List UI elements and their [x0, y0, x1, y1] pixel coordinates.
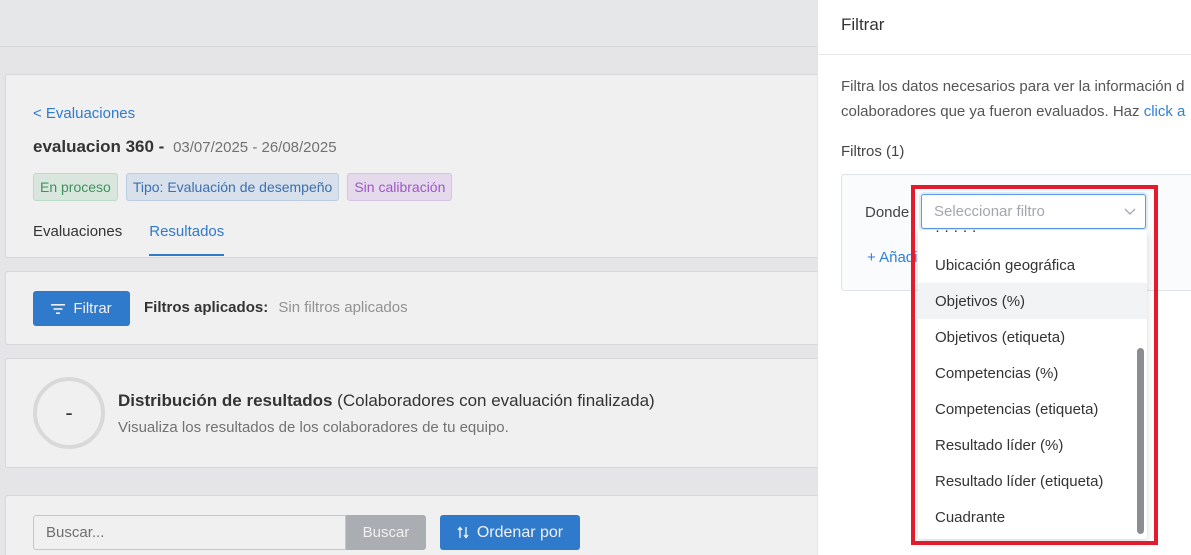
- option-objetivos-etiqueta[interactable]: Objetivos (etiqueta): [918, 319, 1147, 355]
- add-filter-link[interactable]: + Añadi: [867, 249, 917, 266]
- option-objetivos-pct[interactable]: Objetivos (%): [918, 283, 1147, 319]
- drawer-header: Filtrar: [818, 0, 1191, 55]
- filter-select-placeholder: Seleccionar filtro: [934, 203, 1045, 220]
- drawer-title: Filtrar: [841, 15, 885, 34]
- drawer-description-line1: Filtra los datos necesarios para ver la …: [841, 78, 1185, 95]
- menu-scrollbar[interactable]: [1137, 348, 1144, 534]
- option-competencias-pct[interactable]: Competencias (%): [918, 355, 1147, 391]
- drawer-description: Filtra los datos necesarios para ver la …: [841, 74, 1191, 124]
- drawer-description-line2: colaboradores que ya fueron evaluados. H…: [841, 99, 1191, 124]
- drawer-description-text: colaboradores que ya fueron evaluados. H…: [841, 103, 1144, 120]
- option-cuadrante[interactable]: Cuadrante: [918, 499, 1147, 535]
- option-resultado-lider-etiqueta[interactable]: Resultado líder (etiqueta): [918, 463, 1147, 499]
- option-competencias-etiqueta[interactable]: Competencias (etiqueta): [918, 391, 1147, 427]
- where-label: Donde: [865, 204, 910, 221]
- drawer-description-link[interactable]: click a: [1144, 103, 1186, 120]
- filter-options-menu[interactable]: · · · · · Ubicación geográfica Objetivos…: [918, 230, 1147, 539]
- option-ubicacion-geografica[interactable]: Ubicación geográfica: [918, 247, 1147, 283]
- chevron-down-icon: [1115, 208, 1145, 216]
- option-resultado-lider-pct[interactable]: Resultado líder (%): [918, 427, 1147, 463]
- modal-overlay[interactable]: [0, 0, 817, 555]
- filter-select[interactable]: Seleccionar filtro: [921, 194, 1146, 229]
- menu-partial-item: · · · · ·: [935, 230, 977, 239]
- filters-count: Filtros (1): [841, 143, 905, 160]
